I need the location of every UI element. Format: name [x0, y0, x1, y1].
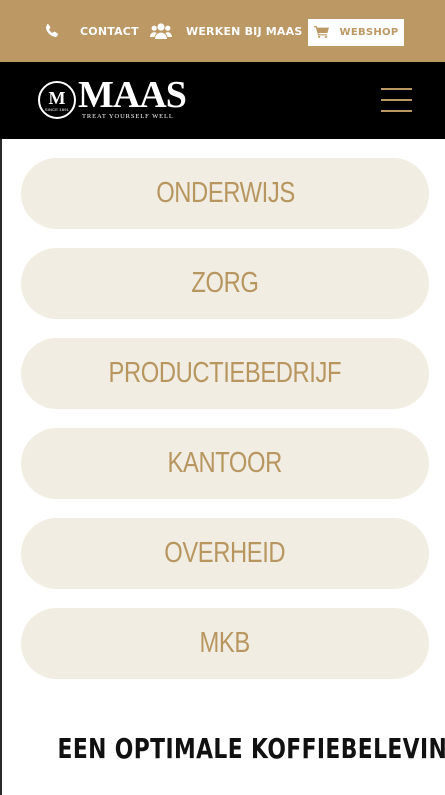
contact-label: CONTACT	[80, 24, 139, 38]
logo-wordmark: MAAS	[78, 74, 187, 116]
section-heading: EEN OPTIMALE KOFFIEBELEVING	[0, 732, 445, 765]
sector-list: ONDERWIJS ZORG PRODUCTIEBEDRIJF KANTOOR …	[21, 158, 429, 698]
hamburger-line	[381, 110, 412, 112]
top-bar: CONTACT WERKEN BIJ MAAS WEBSHOP	[0, 0, 445, 62]
sector-label: PRODUCTIEBEDRIJF	[108, 357, 342, 389]
logo-badge-since: SINCE 1891	[44, 106, 70, 112]
section-heading-text: EEN OPTIMALE KOFFIEBELEVING	[57, 732, 445, 765]
werken-bij-maas-label: WERKEN BIJ MAAS	[186, 24, 303, 38]
cart-icon	[313, 25, 330, 41]
sector-button-overheid[interactable]: OVERHEID	[21, 518, 429, 589]
maas-logo[interactable]: M SINCE 1891 MAAS TREAT YOURSELF WELL	[38, 74, 194, 123]
webshop-label: WEBSHOP	[339, 27, 399, 38]
hamburger-menu-icon[interactable]	[381, 88, 412, 112]
hamburger-line	[381, 88, 412, 90]
webshop-button[interactable]: WEBSHOP	[308, 19, 404, 46]
main-navbar: M SINCE 1891 MAAS TREAT YOURSELF WELL	[0, 62, 445, 139]
sector-label: KANTOOR	[167, 447, 283, 479]
logo-badge: M SINCE 1891	[38, 81, 76, 119]
sector-button-mkb[interactable]: MKB	[21, 608, 429, 679]
sector-button-onderwijs[interactable]: ONDERWIJS	[21, 158, 429, 229]
page-left-border	[0, 139, 2, 795]
werken-bij-maas-link[interactable]: WERKEN BIJ MAAS	[150, 0, 303, 62]
sector-label: ONDERWIJS	[155, 177, 295, 209]
contact-link[interactable]: CONTACT	[44, 0, 139, 62]
sector-label: ZORG	[191, 267, 259, 299]
sector-button-productiebedrijf[interactable]: PRODUCTIEBEDRIJF	[21, 338, 429, 409]
sector-label: MKB	[199, 627, 251, 659]
sector-label: OVERHEID	[164, 537, 286, 569]
sector-button-kantoor[interactable]: KANTOOR	[21, 428, 429, 499]
logo-badge-letter: M	[48, 87, 66, 108]
sector-button-zorg[interactable]: ZORG	[21, 248, 429, 319]
phone-icon	[44, 23, 60, 39]
users-icon	[150, 22, 172, 40]
logo-tagline: TREAT YOURSELF WELL	[82, 113, 174, 120]
hamburger-line	[381, 99, 412, 101]
